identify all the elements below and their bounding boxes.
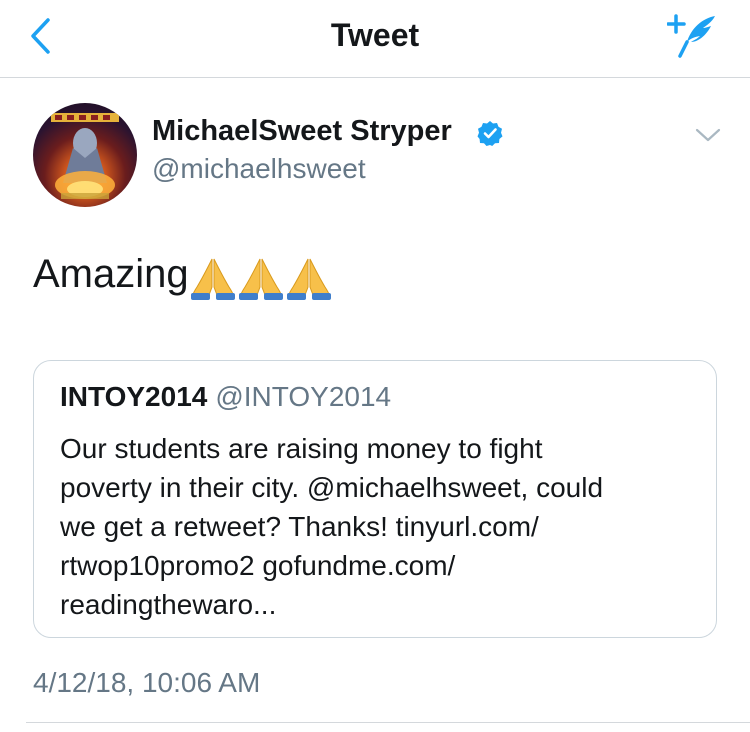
chevron-down-icon[interactable] <box>694 124 722 146</box>
tweet-text: Amazing <box>33 252 333 300</box>
divider <box>26 722 750 723</box>
back-button[interactable] <box>20 12 60 60</box>
folded-hands-icon <box>238 258 283 300</box>
page-title: Tweet <box>330 17 420 53</box>
compose-tweet-button[interactable] <box>666 10 722 62</box>
quoted-author-display-name: INTOY2014 <box>60 381 208 412</box>
quoted-tweet-text: Our students are raising money to fight … <box>60 433 604 620</box>
compose-tweet-icon <box>667 14 715 58</box>
tweet-text-content: Amazing <box>33 252 189 296</box>
verified-badge-icon <box>477 121 503 146</box>
chevron-left-icon <box>31 18 50 54</box>
avatar[interactable] <box>33 103 137 207</box>
nav-bar: Tweet <box>0 0 750 78</box>
quoted-author-handle: @INTOY2014 <box>215 381 392 412</box>
author-handle[interactable]: @michaelhsweet <box>152 153 366 185</box>
quoted-tweet-header: INTOY2014 @INTOY2014 <box>60 381 391 413</box>
tweet-timestamp: 4/12/18, 10:06 AM <box>33 667 261 698</box>
author-display-name[interactable]: MichaelSweet Stryper <box>152 115 452 148</box>
emoji-group <box>189 257 333 301</box>
folded-hands-icon <box>286 258 331 300</box>
folded-hands-icon <box>190 258 235 300</box>
quoted-tweet-card[interactable]: INTOY2014 @INTOY2014 Our students are rai… <box>33 360 717 638</box>
